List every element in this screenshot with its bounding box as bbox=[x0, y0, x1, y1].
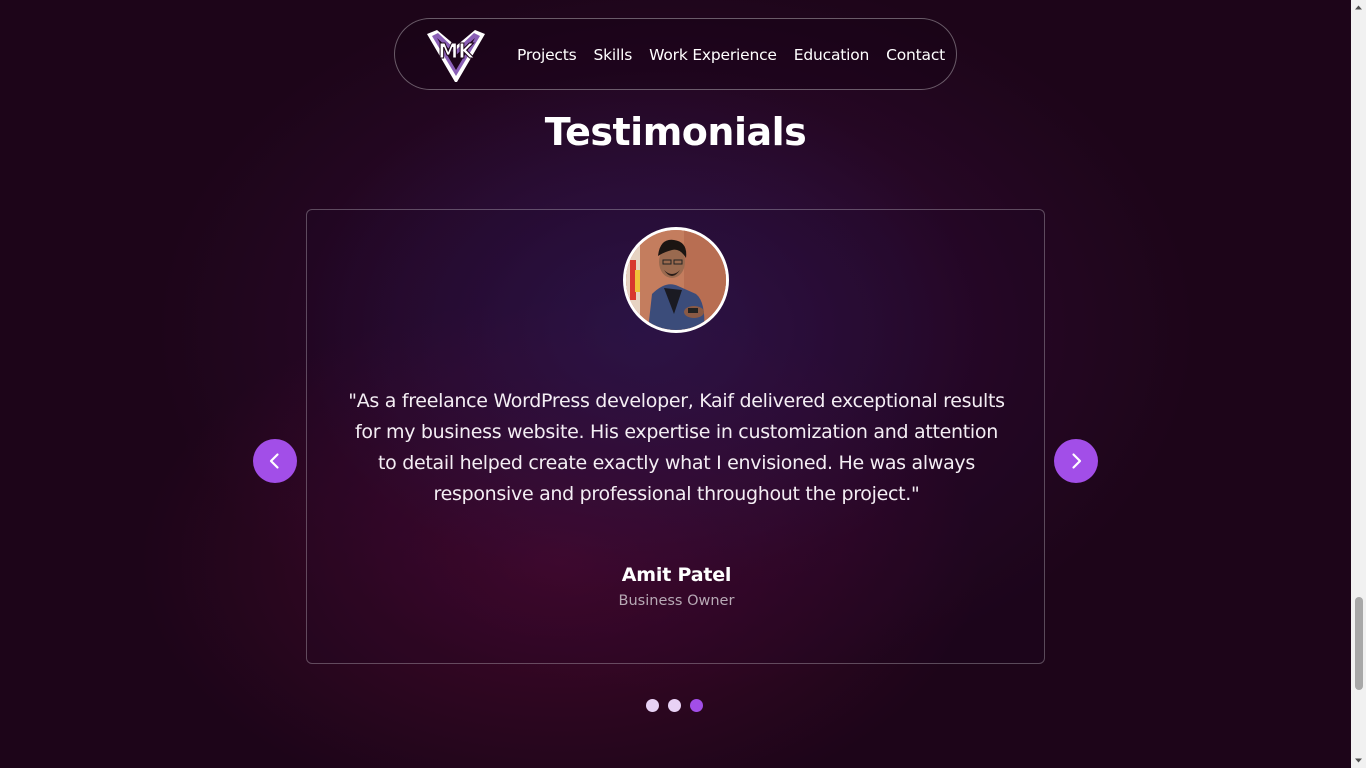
nav-link-projects[interactable]: Projects bbox=[517, 46, 577, 64]
carousel-dot-3-active[interactable] bbox=[690, 699, 703, 712]
next-slide-button[interactable] bbox=[1054, 439, 1098, 483]
carousel-dots bbox=[646, 699, 703, 712]
caret-down-icon bbox=[1355, 758, 1362, 763]
section-title: Testimonials bbox=[544, 110, 807, 154]
testimonial-author-role: Business Owner bbox=[618, 593, 735, 609]
logo-icon: MK bbox=[427, 30, 485, 82]
nav-link-contact[interactable]: Contact bbox=[886, 46, 945, 64]
scroll-thumb[interactable] bbox=[1355, 597, 1363, 690]
avatar-photo bbox=[626, 230, 726, 330]
caret-up-icon bbox=[1355, 5, 1362, 10]
carousel-dot-2[interactable] bbox=[668, 699, 681, 712]
scroll-up-button[interactable] bbox=[1351, 0, 1366, 15]
avatar bbox=[623, 227, 729, 333]
carousel-dot-1[interactable] bbox=[646, 699, 659, 712]
svg-text:MK: MK bbox=[438, 39, 475, 63]
navbar: MK Projects Skills Work Experience Educa… bbox=[394, 18, 957, 90]
vertical-scrollbar[interactable] bbox=[1351, 0, 1366, 768]
nav-link-work-experience[interactable]: Work Experience bbox=[649, 46, 777, 64]
chevron-left-icon bbox=[269, 453, 279, 469]
logo[interactable]: MK bbox=[421, 24, 491, 84]
scroll-down-button[interactable] bbox=[1351, 753, 1366, 768]
testimonial-author-name: Amit Patel bbox=[621, 564, 732, 586]
nav-link-skills[interactable]: Skills bbox=[594, 46, 633, 64]
nav-link-education[interactable]: Education bbox=[794, 46, 870, 64]
testimonial-card: "As a freelance WordPress developer, Kai… bbox=[306, 209, 1045, 664]
nav-links: Projects Skills Work Experience Educatio… bbox=[517, 19, 945, 91]
page: MK Projects Skills Work Experience Educa… bbox=[0, 0, 1351, 768]
chevron-right-icon bbox=[1072, 453, 1082, 469]
testimonial-quote: "As a freelance WordPress developer, Kai… bbox=[348, 390, 1005, 505]
prev-slide-button[interactable] bbox=[253, 439, 297, 483]
